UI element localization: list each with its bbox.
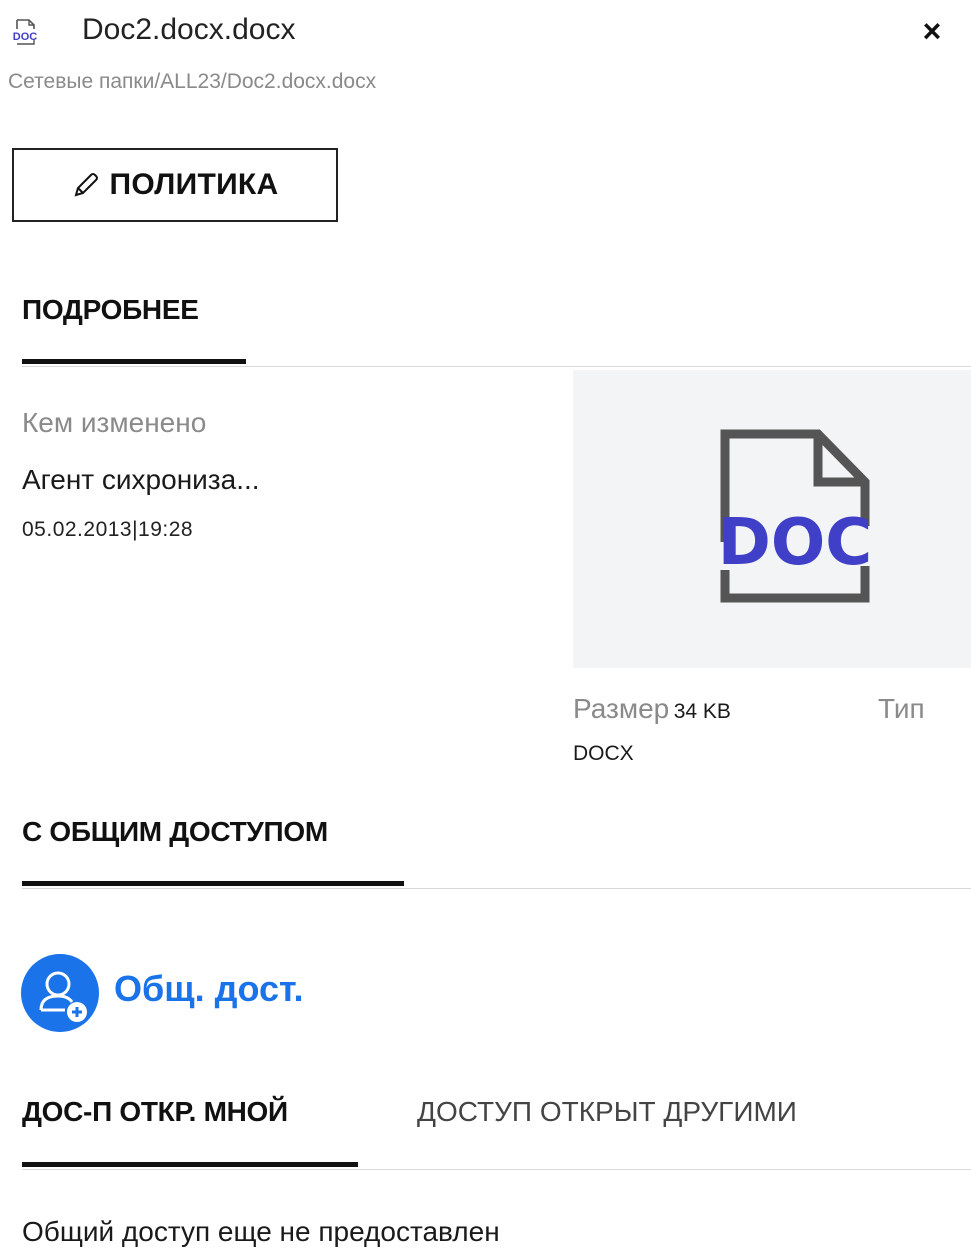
modified-by-value: Агент сихрониза... [22,464,260,495]
size-value: 34 KB [673,700,731,723]
file-title: Doc2.docx.docx [82,13,296,46]
empty-share-message: Общий доступ еще не предоставлен [22,1216,500,1247]
size-label: Размер [573,693,670,724]
modified-date: 05.02.2013|19:28 [22,518,194,541]
modified-by-label: Кем изменено [22,407,207,438]
tabs-divider [22,1169,971,1170]
sharing-divider [22,888,971,889]
tab-shared-by-others[interactable]: ДОСТУП ОТКРЫТ ДРУГИМИ [417,1096,797,1128]
details-section-title: ПОДРОБНЕЕ [22,294,199,325]
type-value: DOCX [573,742,634,765]
share-link[interactable]: Общ. дост. [114,968,303,1010]
details-divider [22,366,971,367]
doc-preview-icon: DOC [718,429,873,603]
active-tab-underline [22,1162,358,1167]
file-preview: DOC [573,370,971,668]
pencil-icon [75,173,99,197]
tab-shared-by-me[interactable]: ДОС-П ОТКР. МНОЙ [22,1096,288,1128]
policy-button[interactable]: ПОЛИТИКА [12,148,338,222]
add-user-icon[interactable] [21,954,99,1032]
docx-file-icon: DOC [8,18,42,46]
policy-button-label: ПОЛИТИКА [109,168,279,201]
type-label: Тип [878,693,925,724]
sharing-section-title: С ОБЩИМ ДОСТУПОМ [22,816,328,847]
size-row: Размер 34 KB [573,693,731,725]
breadcrumb[interactable]: Сетевые папки/ALL23/Doc2.docx.docx [8,66,376,98]
details-underline [22,359,246,364]
sharing-underline [22,881,404,886]
svg-text:DOC: DOC [718,506,873,580]
close-button[interactable]: × [908,10,956,52]
